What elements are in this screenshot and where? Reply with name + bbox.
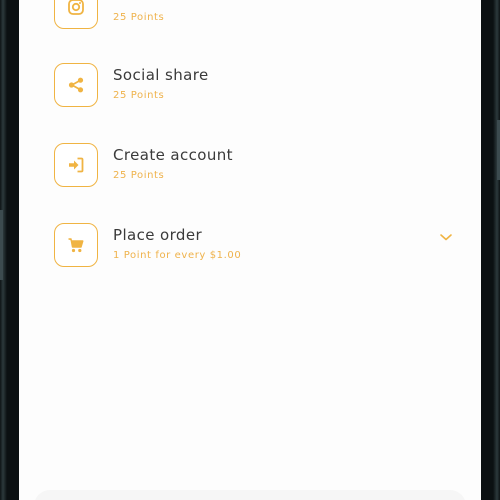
app-screen: 25 Points Social share 25 Points Create … bbox=[19, 0, 481, 500]
reward-item-instagram[interactable]: 25 Points bbox=[54, 0, 454, 35]
side-button-left bbox=[0, 210, 3, 280]
sign-in-icon bbox=[67, 156, 85, 174]
reward-item-social-share[interactable]: Social share 25 Points bbox=[54, 63, 454, 113]
reward-item-create-account[interactable]: Create account 25 Points bbox=[54, 143, 454, 193]
chevron-down-icon[interactable] bbox=[438, 231, 454, 243]
bottom-sheet bbox=[34, 490, 466, 500]
reward-icon-box bbox=[54, 0, 98, 29]
reward-icon-box bbox=[54, 223, 98, 267]
reward-points: 1 Point for every $1.00 bbox=[113, 250, 242, 261]
reward-title: Place order bbox=[113, 226, 203, 244]
reward-icon-box bbox=[54, 143, 98, 187]
reward-title: Create account bbox=[113, 146, 233, 164]
phone-frame: 25 Points Social share 25 Points Create … bbox=[0, 0, 500, 500]
cart-icon bbox=[67, 236, 85, 254]
reward-points: 25 Points bbox=[113, 170, 165, 181]
reward-title: Social share bbox=[113, 66, 209, 84]
share-icon bbox=[67, 76, 85, 94]
reward-icon-box bbox=[54, 63, 98, 107]
reward-item-place-order[interactable]: Place order 1 Point for every $1.00 bbox=[54, 223, 454, 273]
instagram-icon bbox=[67, 0, 85, 16]
reward-points: 25 Points bbox=[113, 12, 165, 23]
reward-points: 25 Points bbox=[113, 90, 165, 101]
